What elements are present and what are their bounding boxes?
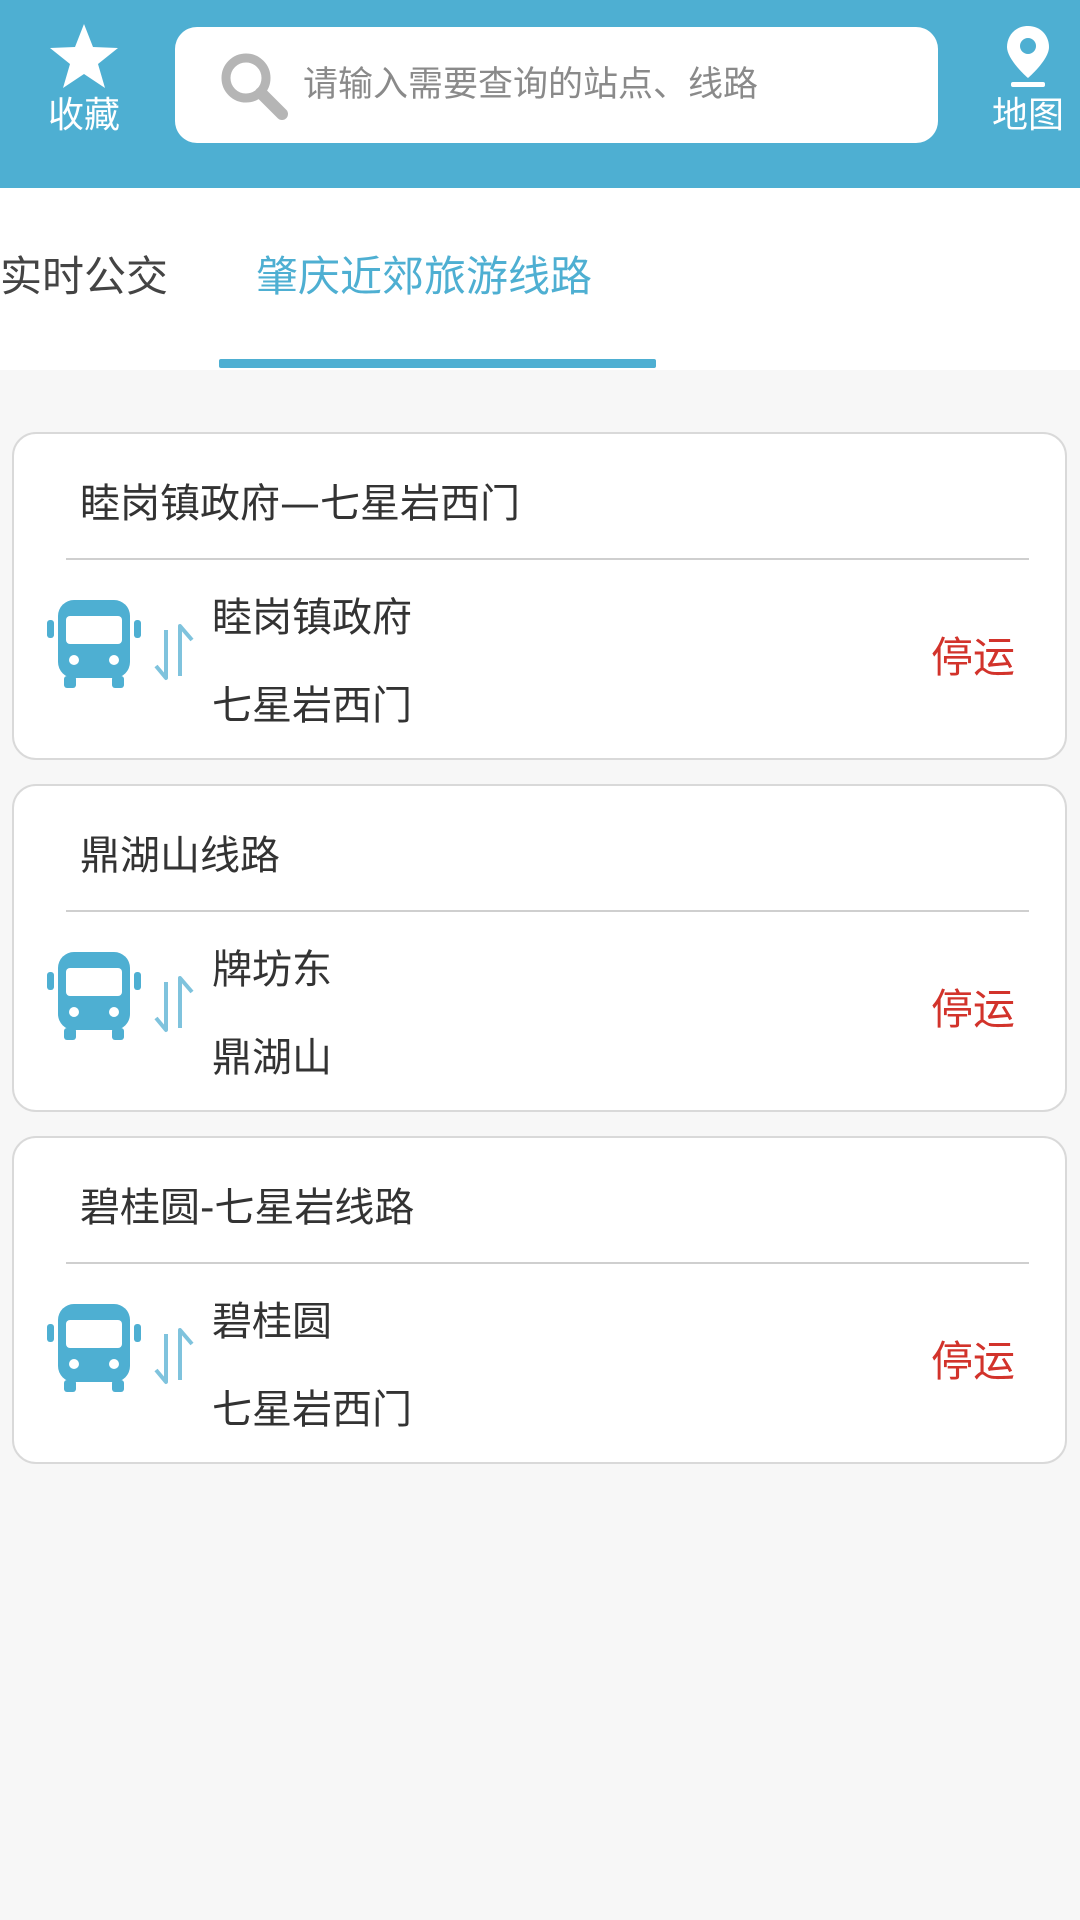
bus-icon bbox=[44, 1298, 144, 1398]
route-title: 碧桂圆-七星岩线路 bbox=[80, 1185, 415, 1231]
divider bbox=[66, 558, 1029, 560]
status-badge: 停运 bbox=[930, 985, 1015, 1034]
divider bbox=[66, 910, 1029, 912]
bus-icon bbox=[44, 594, 144, 694]
bidirectional-arrows-icon bbox=[146, 968, 204, 1044]
route-card[interactable]: 鼎湖山线路 牌坊东 鼎湖山 停运 bbox=[12, 784, 1067, 1112]
tab-bar: 实时公交 肇庆近郊旅游线路 bbox=[0, 188, 1080, 370]
search-input[interactable] bbox=[303, 65, 863, 105]
route-card[interactable]: 碧桂圆-七星岩线路 碧桂圆 七星岩西门 停运 bbox=[12, 1136, 1067, 1464]
divider bbox=[66, 1262, 1029, 1264]
map-pin-icon bbox=[1003, 20, 1053, 92]
search-box[interactable] bbox=[175, 27, 938, 143]
map-label: 地图 bbox=[991, 95, 1064, 136]
top-bar: 收藏 地图 bbox=[0, 0, 1080, 188]
map-button[interactable]: 地图 bbox=[973, 20, 1080, 150]
route-destination: 鼎湖山 bbox=[212, 1035, 332, 1081]
bidirectional-arrows-icon bbox=[146, 1320, 204, 1396]
status-badge: 停运 bbox=[930, 633, 1015, 682]
route-destination: 七星岩西门 bbox=[212, 683, 412, 729]
route-origin: 碧桂圆 bbox=[212, 1299, 332, 1345]
tab-realtime-bus[interactable]: 实时公交 bbox=[0, 248, 168, 306]
favorites-label: 收藏 bbox=[47, 95, 120, 136]
tab-suburban-tour-routes[interactable]: 肇庆近郊旅游线路 bbox=[256, 248, 592, 306]
star-icon bbox=[47, 20, 121, 92]
bus-icon bbox=[44, 946, 144, 1046]
route-origin: 牌坊东 bbox=[212, 947, 332, 993]
active-tab-indicator bbox=[219, 359, 656, 368]
route-title: 鼎湖山线路 bbox=[80, 833, 280, 879]
favorites-button[interactable]: 收藏 bbox=[29, 20, 139, 150]
search-icon bbox=[203, 48, 303, 122]
status-badge: 停运 bbox=[930, 1337, 1015, 1386]
route-origin: 睦岗镇政府 bbox=[212, 595, 412, 641]
route-card[interactable]: 睦岗镇政府—七星岩西门 睦岗镇政府 七星岩西门 停运 bbox=[12, 432, 1067, 760]
route-title: 睦岗镇政府—七星岩西门 bbox=[80, 481, 520, 527]
route-destination: 七星岩西门 bbox=[212, 1387, 412, 1433]
bidirectional-arrows-icon bbox=[146, 616, 204, 692]
